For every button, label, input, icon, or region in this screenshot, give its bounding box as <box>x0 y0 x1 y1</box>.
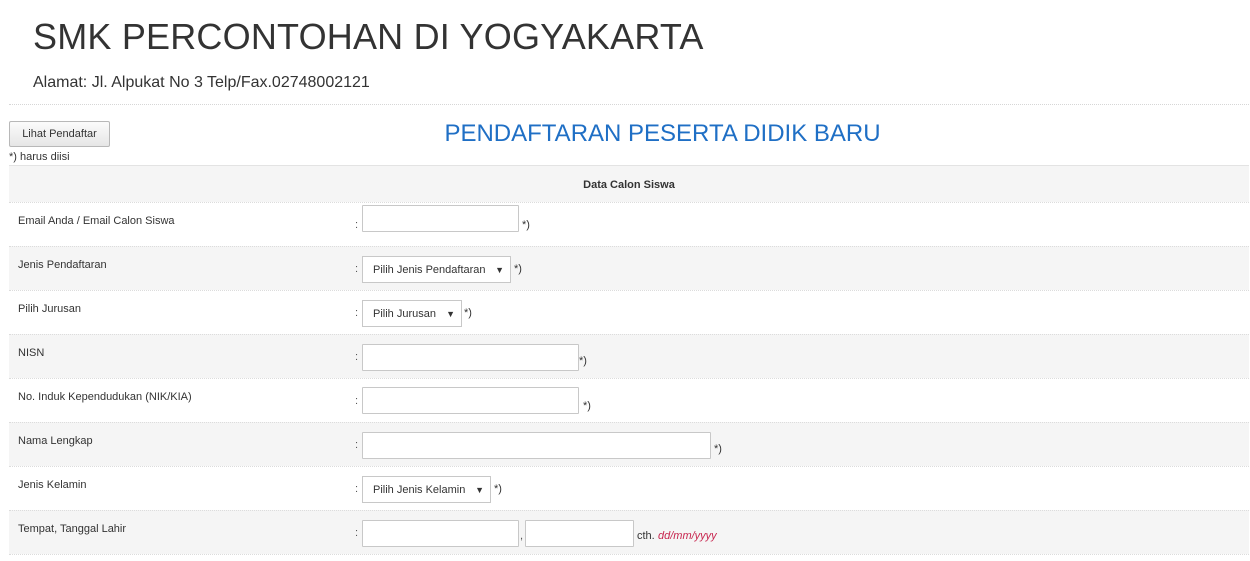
registration-type-label: Jenis Pendaftaran <box>18 259 107 271</box>
major-selected: Pilih Jurusan <box>373 308 436 320</box>
form-row-birth: Tempat, Tanggal Lahir : , cth. dd/mm/yyy… <box>9 510 1249 554</box>
colon: : <box>355 351 359 363</box>
required-mark: *) <box>522 219 530 231</box>
required-mark: *) <box>464 307 472 319</box>
required-mark: *) <box>714 443 722 455</box>
gender-selected: Pilih Jenis Kelamin <box>373 484 466 496</box>
section-header: Data Calon Siswa <box>9 165 1249 202</box>
date-format-hint: dd/mm/yyyy <box>658 530 717 542</box>
nik-label: No. Induk Kependudukan (NIK/KIA) <box>18 391 192 403</box>
school-name: SMK PERCONTOHAN DI YOGYAKARTA <box>33 16 704 57</box>
header-divider <box>9 104 1249 105</box>
registration-type-selected: Pilih Jenis Pendaftaran <box>373 264 486 276</box>
colon: : <box>355 483 359 495</box>
form-row-next <box>9 554 1249 561</box>
nisn-input[interactable] <box>362 344 579 371</box>
caret-down-icon: ▼ <box>446 309 455 319</box>
form-row-registration-type: Jenis Pendaftaran : Pilih Jenis Pendafta… <box>9 246 1249 290</box>
birth-place-input[interactable] <box>362 520 519 547</box>
major-select[interactable]: Pilih Jurusan ▼ <box>362 300 462 327</box>
caret-down-icon: ▼ <box>475 485 484 495</box>
colon: : <box>355 307 359 319</box>
birth-label: Tempat, Tanggal Lahir <box>18 523 127 535</box>
required-note: *) harus diisi <box>9 151 70 163</box>
full-name-label: Nama Lengkap <box>18 435 93 447</box>
comma-separator: , <box>520 530 524 542</box>
birth-date-input[interactable] <box>525 520 634 547</box>
caret-down-icon: ▼ <box>495 265 504 275</box>
email-label: Email Anda / Email Calon Siswa <box>18 215 175 227</box>
registration-type-select[interactable]: Pilih Jenis Pendaftaran ▼ <box>362 256 511 283</box>
form-row-gender: Jenis Kelamin : Pilih Jenis Kelamin ▼ *) <box>9 466 1249 510</box>
nik-input[interactable] <box>362 387 579 414</box>
colon: : <box>355 263 359 275</box>
required-mark: *) <box>494 483 502 495</box>
form-row-nisn: NISN : *) <box>9 334 1249 378</box>
required-mark: *) <box>583 400 591 412</box>
required-mark: *) <box>514 263 522 275</box>
colon: : <box>355 439 359 451</box>
school-address: Alamat: Jl. Alpukat No 3 Telp/Fax.027480… <box>33 74 370 91</box>
colon: : <box>355 527 359 539</box>
form-title: PENDAFTARAN PESERTA DIDIK BARU <box>444 120 881 147</box>
email-input[interactable] <box>362 205 519 232</box>
form-row-full-name: Nama Lengkap : *) <box>9 422 1249 466</box>
colon: : <box>355 219 359 231</box>
gender-select[interactable]: Pilih Jenis Kelamin ▼ <box>362 476 491 503</box>
registration-form: Data Calon Siswa Email Anda / Email Calo… <box>9 165 1249 561</box>
required-mark: *) <box>579 355 587 367</box>
date-hint-prefix: cth. <box>637 530 655 542</box>
full-name-input[interactable] <box>362 432 711 459</box>
form-row-email: Email Anda / Email Calon Siswa : *) <box>9 202 1249 246</box>
view-registrants-button[interactable]: Lihat Pendaftar <box>9 121 110 147</box>
gender-label: Jenis Kelamin <box>18 479 87 491</box>
colon: : <box>355 395 359 407</box>
form-row-nik: No. Induk Kependudukan (NIK/KIA) : *) <box>9 378 1249 422</box>
major-label: Pilih Jurusan <box>18 303 81 315</box>
nisn-label: NISN <box>18 347 45 359</box>
form-row-major: Pilih Jurusan : Pilih Jurusan ▼ *) <box>9 290 1249 334</box>
